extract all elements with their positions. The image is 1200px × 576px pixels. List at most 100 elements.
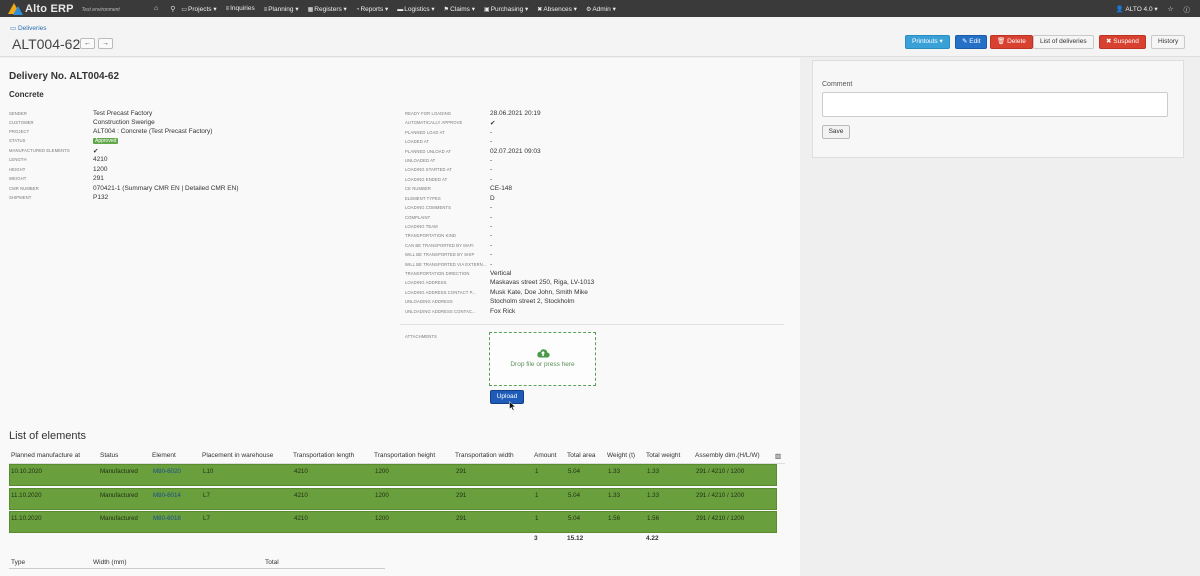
- nav-absences[interactable]: ✖Absences ▾: [537, 5, 577, 13]
- field-status: Status Approved: [9, 137, 119, 144]
- field-ship: Will be transported by ship -: [405, 251, 493, 259]
- mouse-pointer-icon: [509, 401, 516, 411]
- dropzone-label: Drop file or press here: [510, 361, 575, 368]
- attachments-label: Attachments: [405, 334, 437, 340]
- edit-button[interactable]: ✎ Edit: [955, 35, 988, 49]
- chart-icon: ◔: [355, 6, 360, 13]
- star-icon[interactable]: ☆: [1168, 5, 1174, 13]
- breadcrumb[interactable]: ▭ Deliveries: [10, 24, 47, 32]
- total-weight: 4.22: [646, 535, 659, 542]
- element-link[interactable]: M80-6020: [153, 468, 181, 475]
- totals-row: 3 15.12 4.22: [9, 535, 785, 545]
- delivery-title: Delivery No. ALT004-62: [9, 71, 120, 82]
- field-manufactured-elements: Manufactured elements ✔: [9, 147, 99, 155]
- col-assembly-dim[interactable]: Assembly dim.(H/L/W): [695, 452, 760, 459]
- col-total: Total: [265, 559, 279, 566]
- col-status[interactable]: Status: [100, 452, 118, 459]
- field-loaded-at: Loaded at -: [405, 138, 493, 146]
- list-of-deliveries-button[interactable]: List of deliveries: [1033, 35, 1094, 49]
- summary-table-header: Type Width (mm) Total: [9, 559, 385, 569]
- detailed-cmr-link[interactable]: Detailed CMR EN: [185, 185, 236, 192]
- nav-purchasing[interactable]: ▣Purchasing ▾: [484, 5, 528, 13]
- cloud-upload-icon: [536, 349, 550, 358]
- col-transport-length[interactable]: Transportation length: [293, 452, 354, 459]
- user-menu[interactable]: 👤 ALTO 4.0 ▾: [1116, 5, 1158, 13]
- column-settings-icon[interactable]: ▥: [775, 452, 781, 460]
- brand[interactable]: Alto ERP Test environment: [0, 2, 148, 15]
- field-shipment: Shipment P132: [9, 194, 109, 202]
- element-link[interactable]: M80-6014: [153, 492, 181, 499]
- check-icon: ✔: [490, 119, 496, 127]
- field-unloaded-at: Unloaded at -: [405, 157, 493, 165]
- user-icon: 👤: [1115, 5, 1124, 13]
- suspend-button[interactable]: ✖ Suspend: [1099, 35, 1146, 49]
- close-icon: ✖: [537, 6, 543, 13]
- comment-label: Comment: [822, 81, 853, 88]
- check-icon: ✔: [93, 147, 99, 155]
- history-button[interactable]: History: [1151, 35, 1186, 49]
- nav-planning[interactable]: ≡Planning ▾: [264, 5, 299, 13]
- col-weight[interactable]: Weight (t): [607, 452, 635, 459]
- prev-button[interactable]: ←: [80, 38, 95, 49]
- comment-panel: Comment Save: [812, 60, 1184, 158]
- col-total-weight[interactable]: Total weight: [646, 452, 680, 459]
- field-loading-ended-at: Loading ended at -: [405, 176, 493, 184]
- field-height: Height 1200: [9, 166, 108, 174]
- brand-name: Alto ERP: [25, 2, 74, 15]
- pencil-icon: ✎: [962, 38, 968, 45]
- delete-button[interactable]: 🗑 Delete: [990, 35, 1033, 49]
- list-of-elements-title: List of elements: [9, 430, 87, 442]
- col-element[interactable]: Element: [152, 452, 176, 459]
- printouts-button[interactable]: Printouts ▾: [905, 35, 950, 49]
- comment-input[interactable]: [822, 92, 1168, 117]
- col-transport-height[interactable]: Transportation height: [374, 452, 435, 459]
- flag-icon: ⚑: [443, 6, 450, 13]
- home-icon[interactable]: ⌂: [154, 5, 158, 12]
- table-row[interactable]: 10.10.2020 Manufactured M80-6020 L10 421…: [9, 464, 777, 486]
- field-mafi: Can be transported by mafi -: [405, 242, 493, 250]
- nav-projects[interactable]: ▭Projects ▾: [181, 5, 216, 13]
- summary-cmr-link[interactable]: Summary CMR EN: [124, 185, 179, 192]
- bars-icon: ≡: [263, 6, 268, 13]
- col-transport-width[interactable]: Transportation width: [455, 452, 514, 459]
- element-link[interactable]: M80-6018: [153, 515, 181, 522]
- table-row[interactable]: 11.10.2020 Manufactured M80-6018 L7 4210…: [9, 511, 777, 533]
- close-icon: ✖: [1106, 38, 1112, 45]
- field-loading-started-at: Loading started at -: [405, 166, 493, 174]
- field-project: Project ALT004 : Concrete (Test Precast F…: [9, 128, 213, 136]
- save-button[interactable]: Save: [822, 125, 850, 139]
- field-auto-approve: Automatically approve ✔: [405, 119, 496, 127]
- gear-icon: ⚙: [585, 6, 592, 13]
- col-amount[interactable]: Amount: [534, 452, 556, 459]
- page-title: ALT004-62: [12, 36, 81, 52]
- upload-button[interactable]: Upload: [490, 390, 524, 404]
- cart-icon: ▣: [484, 6, 490, 13]
- list-icon: ≡: [225, 6, 230, 12]
- col-total-area[interactable]: Total area: [567, 452, 596, 459]
- table-icon: ▦: [307, 6, 314, 13]
- field-element-types: Element types D: [405, 195, 495, 203]
- col-planned-manufacture[interactable]: Planned manufacture at: [11, 452, 80, 459]
- table-row[interactable]: 11.10.2020 Manufactured M80-6014 L7 4210…: [9, 488, 777, 510]
- field-unloading-address: Unloading address Stocholm street 2, Stoc…: [405, 298, 575, 306]
- shipment-link[interactable]: P132: [93, 194, 108, 201]
- nav-claims[interactable]: ⚑Claims ▾: [444, 5, 475, 13]
- search-icon[interactable]: ⚲: [170, 5, 175, 13]
- help-icon[interactable]: ⓘ: [1184, 4, 1191, 14]
- col-placement[interactable]: Placement in warehouse: [202, 452, 273, 459]
- file-dropzone[interactable]: Drop file or press here: [489, 332, 596, 386]
- nav-logistics[interactable]: ▬Logistics ▾: [397, 5, 434, 13]
- next-button[interactable]: →: [98, 38, 113, 49]
- nav-admin[interactable]: ⚙Admin ▾: [586, 5, 616, 13]
- field-customer: Customer Construction Swerige: [9, 119, 155, 127]
- nav-inquiries[interactable]: ≡Inquiries: [226, 5, 255, 12]
- delivery-subtitle: Concrete: [9, 90, 44, 99]
- field-ready-for-loading: Ready for loading 28.06.2021 20:19: [405, 110, 541, 118]
- field-planned-unload-at: Planned unload at 02.07.2021 09:03: [405, 148, 541, 156]
- field-external: Will be transported via extern... -: [405, 261, 493, 269]
- environment-label: Test environment: [81, 6, 120, 13]
- field-loading-team: Loading team -: [405, 223, 493, 231]
- field-loading-contact: Loading address contact p... Musk Kate, D…: [405, 289, 588, 297]
- nav-registers[interactable]: ▦Registers ▾: [308, 5, 347, 13]
- nav-reports[interactable]: ◔Reports ▾: [356, 5, 388, 13]
